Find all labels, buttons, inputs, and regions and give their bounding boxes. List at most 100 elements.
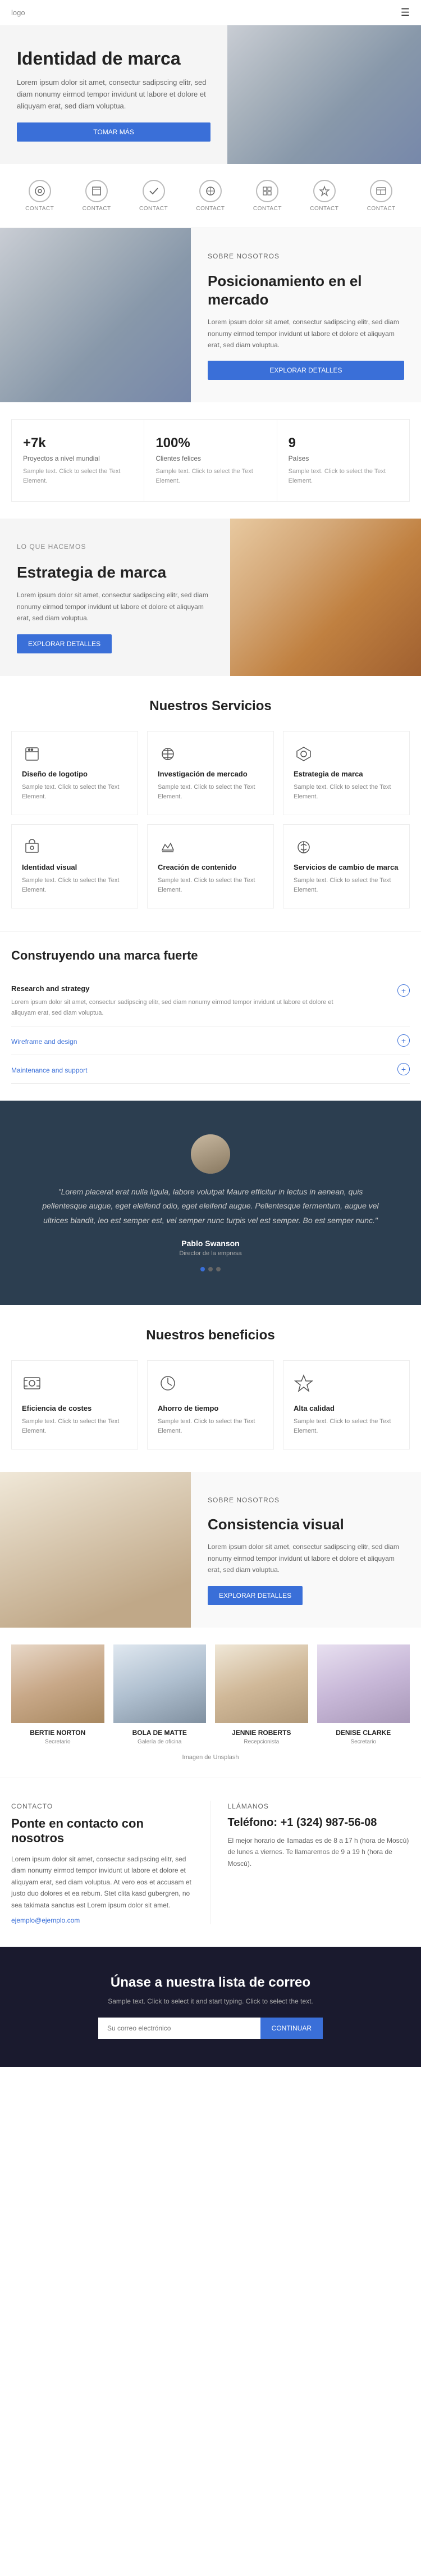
stat-sub-3: Sample text. Click to select the Text El… <box>289 467 398 485</box>
service-card-4: Identidad visual Sample text. Click to s… <box>11 824 138 908</box>
what-image <box>230 519 421 675</box>
visual-tag: SOBRE NOSOTROS <box>208 1494 404 1506</box>
icon-1 <box>29 180 51 202</box>
benefit-text-3: Sample text. Click to select the Text El… <box>294 1417 399 1437</box>
service-card-3: Estrategia de marca Sample text. Click t… <box>283 731 410 815</box>
testimonial-quote: "Lorem placerat erat nulla ligula, labor… <box>42 1185 379 1228</box>
newsletter-button[interactable]: CONTINUAR <box>260 2018 323 2039</box>
stats-row: +7k Proyectos a nivel mundial Sample tex… <box>11 419 410 502</box>
service-title-2: Investigación de mercado <box>158 770 263 778</box>
icon-label-4: CONTACT <box>196 206 225 212</box>
icon-label-6: CONTACT <box>310 206 338 212</box>
accordion-link-3[interactable]: Maintenance and support <box>11 1066 87 1074</box>
team-photo-1 <box>11 1644 104 1723</box>
newsletter-form: CONTINUAR <box>98 2018 323 2039</box>
service-text-6: Sample text. Click to select the Text El… <box>294 876 399 896</box>
visual-cta-button[interactable]: EXPLORAR DETALLES <box>208 1586 303 1605</box>
benefit-icon-3 <box>294 1373 399 1397</box>
accordion-item-2[interactable]: Wireframe and design + <box>11 1026 410 1055</box>
accordion-item-3[interactable]: Maintenance and support + <box>11 1055 410 1084</box>
benefit-icon-2 <box>158 1373 263 1397</box>
stat-card-1: +7k Proyectos a nivel mundial Sample tex… <box>12 420 144 501</box>
service-card-6: Servicios de cambio de marca Sample text… <box>283 824 410 908</box>
team-role-3: Recepcionista <box>215 1739 308 1745</box>
about-title: Posicionamiento en el mercado <box>208 272 404 308</box>
hero-cta-button[interactable]: TOMAR MÁS <box>17 122 210 142</box>
icon-item-1[interactable]: CONTACT <box>25 180 54 212</box>
icon-label-2: CONTACT <box>83 206 111 212</box>
building-title: Construyendo una marca fuerte <box>11 948 410 963</box>
hero-content: Identidad de marca Lorem ipsum dolor sit… <box>0 25 227 164</box>
icon-label-5: CONTACT <box>253 206 282 212</box>
about-cta-button[interactable]: EXPLORAR DETALLES <box>208 361 404 380</box>
newsletter-input[interactable] <box>98 2018 260 2039</box>
what-cta-button[interactable]: EXPLORAR DETALLES <box>17 634 112 653</box>
team-name-3: JENNIE ROBERTS <box>215 1729 308 1737</box>
stat-card-3: 9 Países Sample text. Click to select th… <box>277 420 409 501</box>
visual-content: SOBRE NOSOTROS Consistencia visual Lorem… <box>191 1472 421 1628</box>
testimonial-avatar <box>191 1134 230 1174</box>
benefits-title: Nuestros beneficios <box>11 1328 410 1343</box>
contact-section: CONTACTO Ponte en contacto con nosotros … <box>0 1778 421 1947</box>
hero-section: Identidad de marca Lorem ipsum dolor sit… <box>0 25 421 164</box>
benefits-grid: Eficiencia de costes Sample text. Click … <box>11 1360 410 1450</box>
about-image <box>0 228 191 403</box>
icon-item-6[interactable]: CONTACT <box>310 180 338 212</box>
team-name-2: BOLA DE MATTE <box>113 1729 207 1737</box>
accordion-toggle-1[interactable]: + <box>397 984 410 997</box>
service-icon-3 <box>294 744 314 764</box>
icon-label-3: CONTACT <box>139 206 168 212</box>
about-tag: SOBRE NOSOTROS <box>208 251 404 262</box>
stat-number-3: 9 <box>289 435 398 451</box>
team-section: BERTIE NORTON Secretario BOLA DE MATTE G… <box>0 1628 421 1778</box>
contact-phone: Teléfono: +1 (324) 987-56-08 <box>228 1816 410 1829</box>
contact-col-left: CONTACTO Ponte en contacto con nosotros … <box>11 1801 194 1924</box>
dot-1[interactable] <box>200 1267 205 1271</box>
accordion-toggle-2[interactable]: + <box>397 1034 410 1047</box>
icon-item-2[interactable]: CONTACT <box>83 180 111 212</box>
icon-item-3[interactable]: CONTACT <box>139 180 168 212</box>
accordion-item-1[interactable]: Research and strategy + Lorem ipsum dolo… <box>11 976 410 1026</box>
service-title-5: Creación de contenido <box>158 863 263 871</box>
menu-icon[interactable]: ☰ <box>401 7 410 19</box>
accordion-link-2[interactable]: Wireframe and design <box>11 1038 77 1046</box>
stat-number-1: +7k <box>23 435 132 451</box>
team-role-1: Secretario <box>11 1739 104 1745</box>
what-title: Estrategia de marca <box>17 563 213 582</box>
team-name-4: DENISE CLARKE <box>317 1729 410 1737</box>
accordion-toggle-3[interactable]: + <box>397 1063 410 1075</box>
service-title-3: Estrategia de marca <box>294 770 399 778</box>
stat-card-2: 100% Clientes felices Sample text. Click… <box>144 420 277 501</box>
services-section: Nuestros Servicios Diseño de logotipo Sa… <box>0 676 421 931</box>
benefits-section: Nuestros beneficios Eficiencia de costes… <box>0 1305 421 1472</box>
contact-email[interactable]: ejemplo@ejemplo.com <box>11 1916 80 1924</box>
team-photo-2 <box>113 1644 207 1723</box>
service-text-3: Sample text. Click to select the Text El… <box>294 783 399 802</box>
service-text-2: Sample text. Click to select the Text El… <box>158 783 263 802</box>
dot-3[interactable] <box>216 1267 221 1271</box>
icon-item-7[interactable]: CONTACT <box>367 180 396 212</box>
services-grid: Diseño de logotipo Sample text. Click to… <box>11 731 410 908</box>
benefit-title-2: Ahorro de tiempo <box>158 1404 263 1412</box>
icons-row: CONTACT CONTACT CONTACT CONTACT CONTACT … <box>0 164 421 228</box>
testimonial-dots <box>200 1267 221 1271</box>
newsletter-title: Únase a nuestra lista de correo <box>11 1975 410 1991</box>
service-icon-1 <box>22 744 42 764</box>
what-content: LO QUE HACEMOS Estrategia de marca Lorem… <box>0 519 230 675</box>
benefit-card-1: Eficiencia de costes Sample text. Click … <box>11 1360 138 1450</box>
what-description: Lorem ipsum dolor sit amet, consectur sa… <box>17 589 213 624</box>
contact-tag: CONTACTO <box>11 1801 194 1812</box>
testimonial-section: "Lorem placerat erat nulla ligula, labor… <box>0 1101 421 1305</box>
logo: logo <box>11 8 25 17</box>
dot-2[interactable] <box>208 1267 213 1271</box>
service-icon-2 <box>158 744 178 764</box>
call-description: El mejor horario de llamadas es de 8 a 1… <box>228 1835 410 1869</box>
team-card-1: BERTIE NORTON Secretario <box>11 1644 104 1745</box>
service-card-5: Creación de contenido Sample text. Click… <box>147 824 274 908</box>
icon-item-5[interactable]: CONTACT <box>253 180 282 212</box>
icon-item-4[interactable]: CONTACT <box>196 180 225 212</box>
team-grid: BERTIE NORTON Secretario BOLA DE MATTE G… <box>11 1644 410 1745</box>
team-caption: Imagen de Unsplash <box>11 1754 410 1761</box>
icon-label-1: CONTACT <box>25 206 54 212</box>
service-icon-6 <box>294 837 314 857</box>
